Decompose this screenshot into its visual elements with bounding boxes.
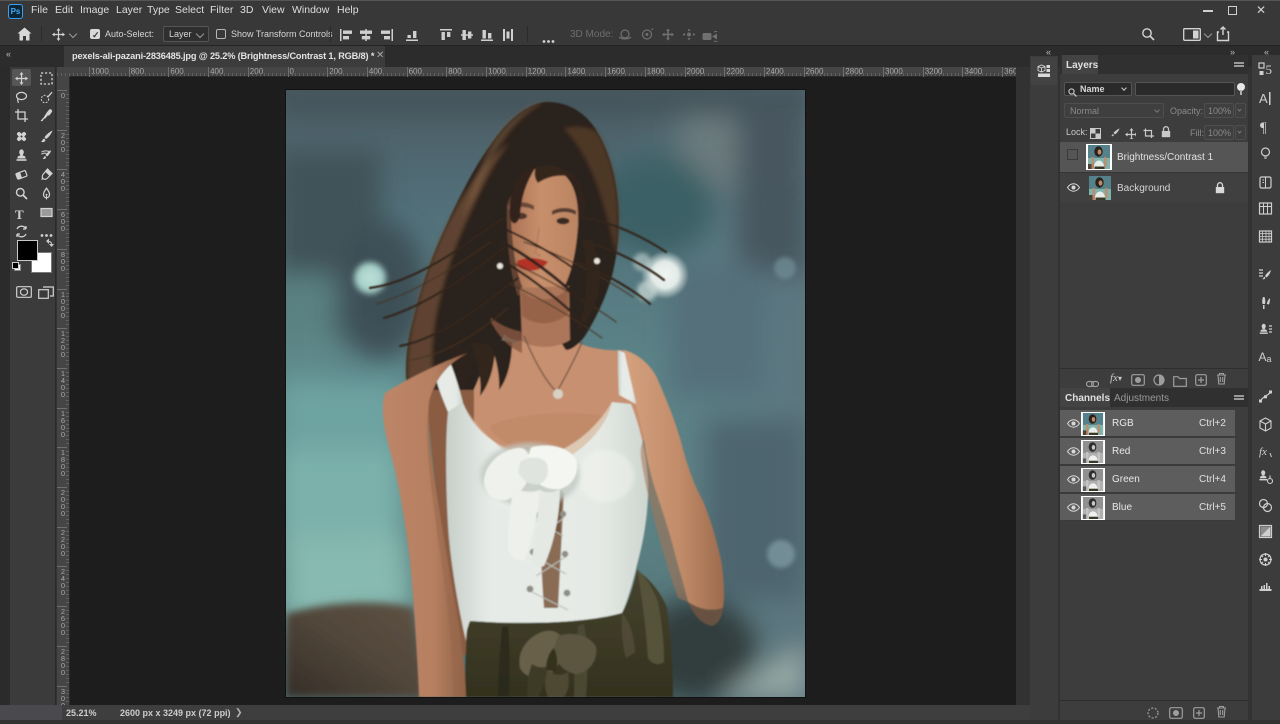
svg-text:¶: ¶ xyxy=(1260,120,1267,134)
svg-text:5: 5 xyxy=(1266,62,1273,77)
svg-text:A: A xyxy=(1259,350,1267,364)
svg-text:A: A xyxy=(1259,91,1268,106)
svg-text:a: a xyxy=(1267,354,1272,364)
svg-text:fx: fx xyxy=(1259,446,1267,458)
